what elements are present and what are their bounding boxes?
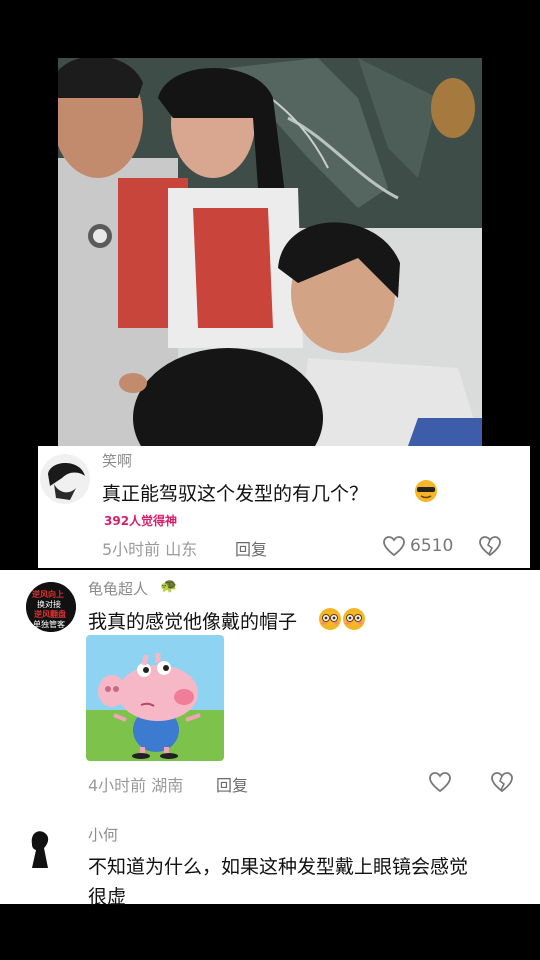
comment-text-line: 不知道为什么，如果这种发型戴上眼镜会感觉: [88, 856, 469, 878]
comment-username[interactable]: 龟龟超人: [88, 578, 148, 599]
comment-username[interactable]: 笑啊: [102, 450, 132, 471]
avatar-text-line: 单独管客: [33, 620, 65, 629]
turtle-emoji: 🐢: [160, 578, 178, 594]
comment-text: 我真的感觉他像戴的帽子: [88, 611, 298, 633]
reply-button[interactable]: 回复: [216, 772, 248, 796]
heart-icon[interactable]: [428, 771, 452, 797]
flushed-emoji-icon: [318, 607, 366, 635]
comment-card: 逆风向上 换对接 逆风翻盘 单独管客 龟龟超人 🐢 我真的感觉他像戴的帽子 4小…: [0, 570, 540, 812]
video-frame[interactable]: [58, 58, 482, 446]
comment-text: 真正能驾驭这个发型的有几个？: [102, 483, 369, 505]
like-count: 6510: [410, 536, 454, 556]
comment-time-location: 4小时前 湖南: [88, 776, 184, 795]
broken-heart-icon[interactable]: [490, 771, 514, 797]
peppa-pig-sticker-image[interactable]: [86, 635, 224, 761]
comment-username[interactable]: 小何: [88, 824, 118, 845]
comment-card: 笑啊 真正能驾驭这个发型的有几个？ 392人觉得神 5小时前 山东 回复 651…: [38, 446, 530, 568]
comment-text-line: 很虚: [88, 886, 127, 908]
comment-time-location: 5小时前 山东: [102, 540, 198, 559]
avatar[interactable]: 逆风向上 换对接 逆风翻盘 单独管客: [26, 582, 76, 632]
comment-card: 小何 不知道为什么，如果这种发型戴上眼镜会感觉 很虚: [0, 812, 540, 908]
reply-button[interactable]: 回复: [235, 536, 267, 560]
broken-heart-icon[interactable]: [478, 535, 502, 561]
avatar[interactable]: [40, 454, 90, 504]
sunglasses-emoji-icon: [414, 479, 438, 507]
heart-icon[interactable]: [382, 535, 406, 561]
reaction-badge: 392人觉得神: [104, 514, 178, 528]
avatar[interactable]: [18, 822, 68, 872]
